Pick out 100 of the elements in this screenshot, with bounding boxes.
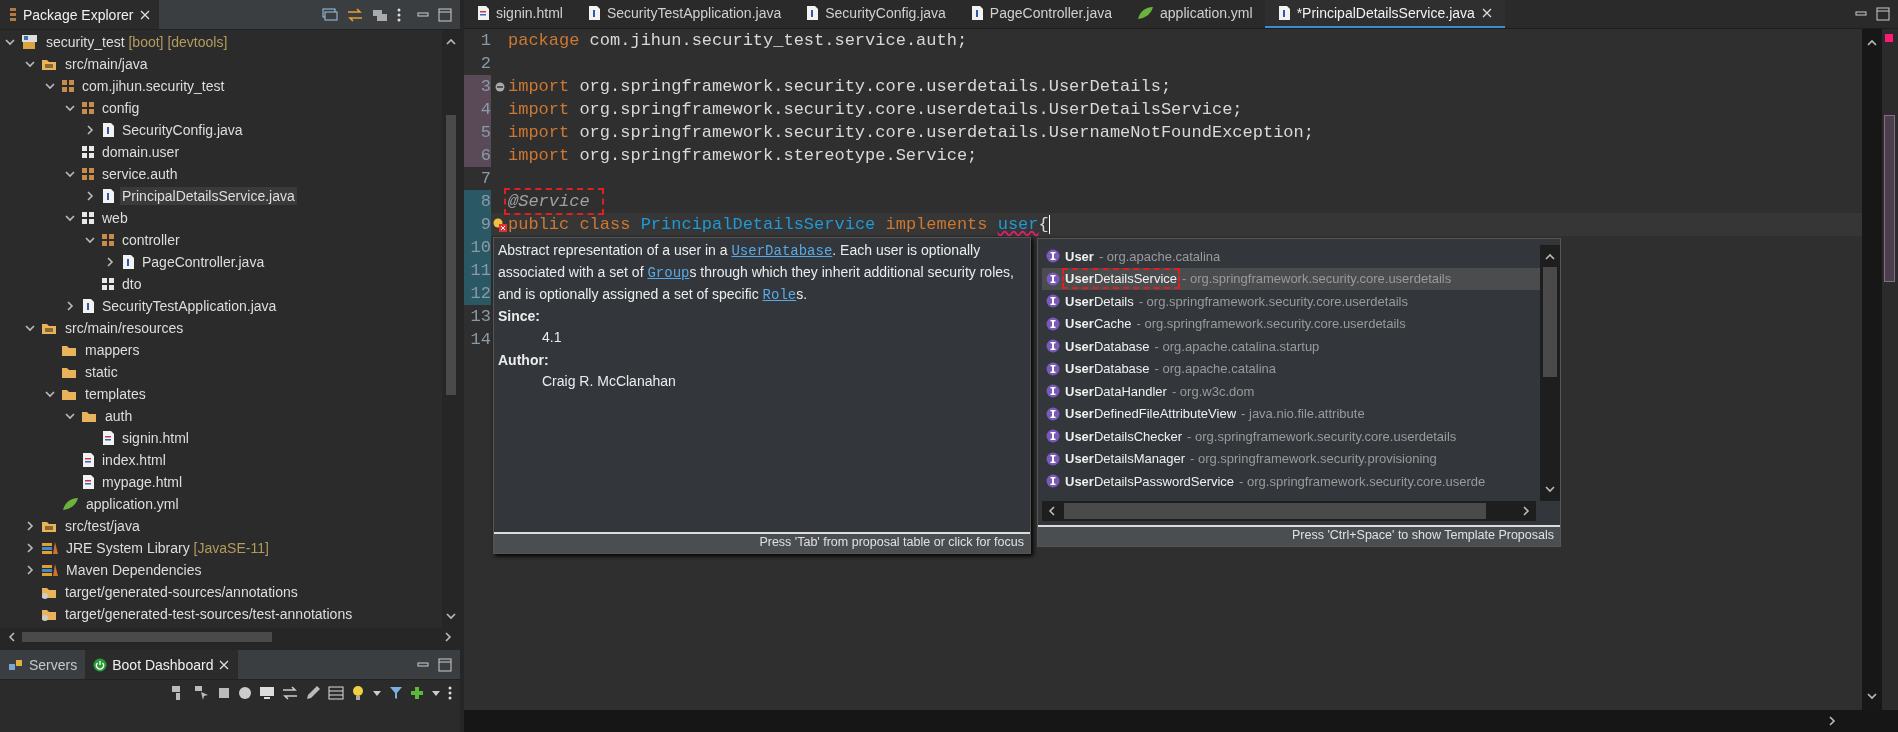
editor-tab[interactable]: signin.html	[464, 0, 575, 28]
tree-item[interactable]: Maven Dependencies	[64, 561, 204, 579]
link-arrows-icon[interactable]	[347, 7, 363, 22]
tree-item[interactable]: PageController.java	[140, 253, 267, 271]
collapse-chevron-icon[interactable]	[24, 322, 36, 334]
tree-item[interactable]: src/main/resources	[63, 319, 186, 337]
tree-item[interactable]: dto	[120, 275, 144, 293]
proposal-item[interactable]: UserDatabase - org.apache.catalina	[1042, 357, 1540, 380]
collapse-all-icon[interactable]	[322, 7, 338, 22]
tree-item[interactable]: signin.html	[120, 429, 191, 447]
editor-tab[interactable]: PageController.java	[957, 0, 1125, 28]
tree-item[interactable]: index.html	[100, 451, 168, 469]
lightbulb-icon[interactable]	[351, 685, 365, 701]
tree-item[interactable]: domain.user	[100, 143, 182, 161]
scroll-down-icon[interactable]	[1544, 483, 1556, 495]
proposal-item[interactable]: UserDetailsChecker - org.springframework.security.core.userdetails	[1042, 425, 1540, 448]
tree-item[interactable]: templates	[83, 385, 148, 403]
vertical-scrollbar[interactable]	[1862, 29, 1882, 710]
swap-arrows-icon[interactable]	[282, 686, 298, 700]
horizontal-scrollbar[interactable]	[464, 710, 1898, 732]
plus-icon[interactable]	[410, 686, 424, 700]
close-icon[interactable]	[218, 658, 231, 671]
collapse-chevron-icon[interactable]	[64, 168, 76, 180]
tree-item[interactable]: config	[100, 99, 142, 117]
view-tab[interactable]: Boot Dashboard	[85, 650, 239, 679]
tree-item[interactable]: target/generated-test-sources/test-annotations	[63, 605, 355, 623]
collapse-fold-icon[interactable]	[494, 81, 505, 92]
view-tab[interactable]: Servers	[0, 650, 86, 679]
kebab-menu-icon[interactable]	[397, 7, 401, 22]
close-icon[interactable]	[1480, 7, 1493, 19]
view-tab[interactable]: Package Explorer	[0, 0, 159, 29]
cursor-icon[interactable]	[194, 685, 210, 701]
collapse-chevron-icon[interactable]	[44, 80, 56, 92]
tree-item[interactable]: SecurityTestApplication.java	[100, 297, 279, 315]
pencil-icon[interactable]	[305, 685, 321, 701]
maximize-icon[interactable]	[438, 657, 452, 672]
tree-item[interactable]: application.yml	[84, 495, 181, 513]
tree-item[interactable]: mypage.html	[100, 473, 185, 491]
vertical-scrollbar[interactable]	[1540, 245, 1560, 501]
type-link[interactable]: Role	[762, 287, 797, 303]
caret-icon[interactable]	[431, 689, 441, 697]
tree-item[interactable]: PrincipalDetailsService.java	[120, 187, 297, 205]
expand-chevron-icon[interactable]	[24, 564, 36, 576]
collapse-chevron-icon[interactable]	[64, 410, 76, 422]
editor-tab[interactable]: SecurityConfig.java	[793, 0, 958, 28]
table-icon[interactable]	[328, 686, 344, 700]
editor-tab[interactable]: application.yml	[1124, 0, 1265, 28]
kebab-menu-icon[interactable]	[448, 686, 452, 700]
type-link[interactable]: UserDatabase	[731, 243, 833, 259]
proposal-item[interactable]: UserDetailsManager - org.springframework.security.provisioning	[1042, 447, 1540, 470]
collapse-chevron-icon[interactable]	[44, 388, 56, 400]
proposal-item[interactable]: UserDefinedFileAttributeView - java.nio.file.attribute	[1042, 402, 1540, 425]
tree-item[interactable]: mappers	[83, 341, 142, 359]
tree-item[interactable]: security_test [boot] [devtools]	[44, 33, 230, 51]
expand-chevron-icon[interactable]	[84, 190, 96, 202]
caret-icon[interactable]	[372, 689, 382, 697]
proposal-item[interactable]: UserDetailsPasswordService - org.springframework.security.core.userde	[1042, 470, 1540, 493]
scroll-left-icon[interactable]	[1046, 505, 1058, 517]
tree-item[interactable]: web	[100, 209, 130, 227]
editor-tab[interactable]: SecurityTestApplication.java	[574, 0, 794, 28]
expand-chevron-icon[interactable]	[64, 300, 76, 312]
expand-chevron-icon[interactable]	[24, 542, 36, 554]
collapse-chevron-icon[interactable]	[24, 58, 36, 70]
expand-chevron-icon[interactable]	[84, 124, 96, 136]
scroll-left-icon[interactable]	[6, 631, 18, 643]
filter-icon[interactable]	[389, 686, 403, 700]
tree-item[interactable]: service.auth	[100, 165, 180, 183]
proposal-item[interactable]: UserCache - org.springframework.security.core.userdetails	[1042, 312, 1540, 335]
proposal-item[interactable]: UserDataHandler - org.w3c.dom	[1042, 380, 1540, 403]
close-icon[interactable]	[138, 8, 151, 21]
tree-item[interactable]: src/main/java	[63, 55, 150, 73]
tree-item[interactable]: SecurityConfig.java	[120, 121, 245, 139]
tree-item[interactable]: target/generated-sources/annotations	[63, 583, 300, 601]
scroll-right-icon[interactable]	[1826, 715, 1838, 727]
collapse-chevron-icon[interactable]	[64, 102, 76, 114]
collapse-chevron-icon[interactable]	[4, 36, 16, 48]
tree-item[interactable]: controller	[120, 231, 182, 249]
proposal-item[interactable]: User - org.apache.catalina	[1042, 245, 1540, 268]
collapse-chevron-icon[interactable]	[64, 212, 76, 224]
tree-item[interactable]: auth	[103, 407, 135, 425]
monitor-icon[interactable]	[259, 686, 275, 700]
proposal-item[interactable]: UserDatabase - org.apache.catalina.startup	[1042, 335, 1540, 358]
expand-chevron-icon[interactable]	[24, 520, 36, 532]
scroll-right-icon[interactable]	[1520, 505, 1532, 517]
stop-icon[interactable]	[217, 686, 231, 700]
scroll-down-icon[interactable]	[445, 610, 457, 622]
tree-item[interactable]: static	[83, 363, 120, 381]
scroll-right-icon[interactable]	[442, 631, 454, 643]
scroll-down-icon[interactable]	[1866, 690, 1878, 702]
expand-chevron-icon[interactable]	[104, 256, 116, 268]
proposal-item[interactable]: UserDetailsService - org.springframework.security.core.userdetails	[1042, 267, 1540, 290]
collapse-chevron-icon[interactable]	[84, 234, 96, 246]
tree-item[interactable]: com.jihun.security_test	[80, 77, 227, 95]
tree-item[interactable]: JRE System Library [JavaSE-11]	[64, 539, 271, 557]
horizontal-scrollbar[interactable]	[1042, 501, 1536, 521]
editor-tab[interactable]: *PrincipalDetailsService.java	[1264, 0, 1505, 28]
type-link[interactable]: Group	[647, 265, 690, 281]
circle-icon[interactable]	[238, 686, 252, 700]
tree-item[interactable]: src/test/java	[63, 517, 142, 535]
maximize-icon[interactable]	[1876, 7, 1890, 21]
